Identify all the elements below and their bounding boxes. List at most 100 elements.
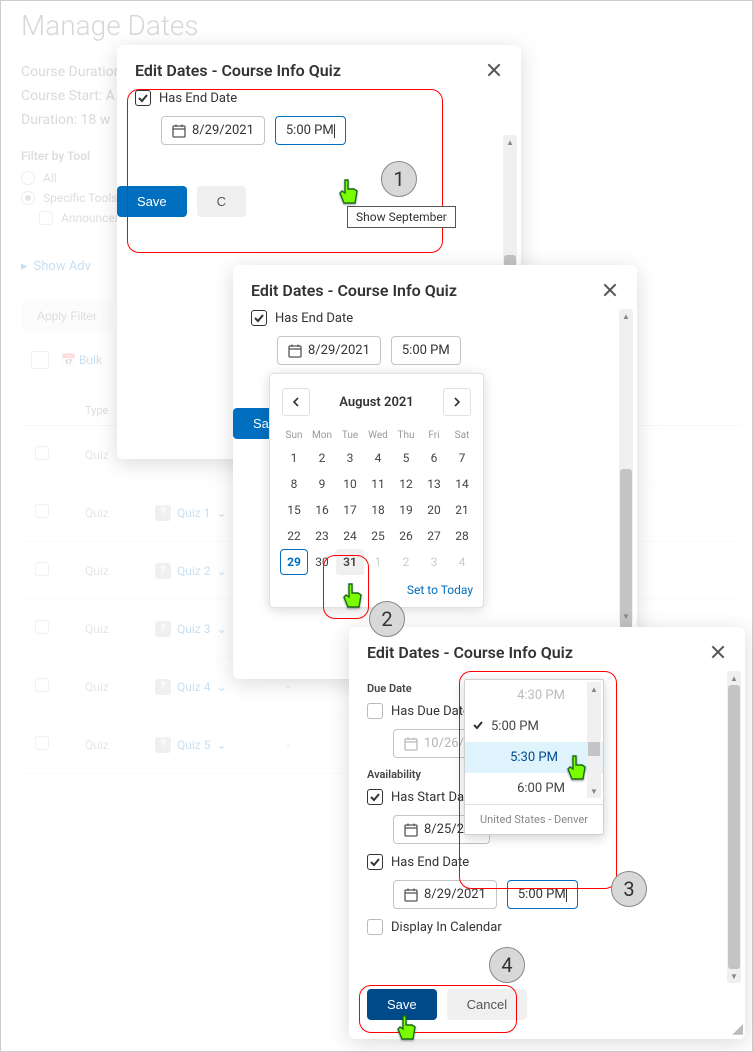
cal-day-other-month[interactable]: 3 bbox=[420, 549, 448, 575]
cal-day[interactable]: 26 bbox=[392, 523, 420, 549]
cal-day-header: Mon bbox=[308, 426, 336, 445]
display-in-calendar-checkbox[interactable] bbox=[367, 919, 383, 935]
step-number-1: 1 bbox=[381, 161, 417, 197]
cal-day-other-month[interactable]: 1 bbox=[364, 549, 392, 575]
cal-day[interactable]: 16 bbox=[308, 497, 336, 523]
has-end-date-checkbox[interactable] bbox=[135, 90, 151, 106]
cal-day[interactable]: 14 bbox=[448, 471, 476, 497]
end-date-input[interactable]: 8/29/2021 bbox=[161, 116, 265, 145]
cal-day-other-month[interactable]: 4 bbox=[448, 549, 476, 575]
cal-day-hover[interactable]: 31 bbox=[336, 549, 364, 575]
has-end-date-checkbox[interactable] bbox=[367, 854, 383, 870]
cal-day[interactable]: 19 bbox=[392, 497, 420, 523]
end-time-value: 5:00 PM bbox=[402, 343, 450, 358]
cal-day[interactable]: 10 bbox=[336, 471, 364, 497]
cal-day[interactable]: 28 bbox=[448, 523, 476, 549]
timezone-label: United States - Denver bbox=[465, 804, 603, 834]
time-option[interactable]: 6:00 PM bbox=[465, 773, 603, 804]
cal-day[interactable]: 15 bbox=[280, 497, 308, 523]
cal-day[interactable]: 30 bbox=[308, 549, 336, 575]
scroll-down-icon[interactable]: ▼ bbox=[587, 784, 601, 798]
cal-day[interactable]: 7 bbox=[448, 445, 476, 471]
cal-day[interactable]: 5 bbox=[392, 445, 420, 471]
prev-month-button[interactable] bbox=[282, 388, 310, 416]
time-picker-dropdown: 4:30 PM 5:00 PM 5:30 PM 6:00 PM United S… bbox=[464, 679, 604, 835]
next-month-button[interactable] bbox=[443, 388, 471, 416]
cal-day[interactable]: 11 bbox=[364, 471, 392, 497]
cal-day[interactable]: 23 bbox=[308, 523, 336, 549]
calendar-icon bbox=[288, 344, 302, 358]
cal-day[interactable]: 18 bbox=[364, 497, 392, 523]
scrollbar[interactable]: ▲ ▼ bbox=[727, 671, 741, 983]
save-button[interactable]: Save bbox=[117, 186, 187, 217]
cal-day[interactable]: 21 bbox=[448, 497, 476, 523]
set-to-today-link[interactable]: Set to Today bbox=[280, 583, 473, 597]
cal-day-today[interactable]: 29 bbox=[280, 549, 308, 575]
end-time-input[interactable]: 5:00 PM bbox=[275, 116, 346, 145]
close-button[interactable] bbox=[601, 282, 619, 300]
calendar-icon bbox=[404, 737, 418, 751]
cal-day-other-month[interactable]: 2 bbox=[392, 549, 420, 575]
cancel-button-partial[interactable]: C bbox=[197, 186, 246, 217]
end-time-input[interactable]: 5:00 PM bbox=[391, 336, 461, 365]
end-date-input[interactable]: 8/29/2021 bbox=[393, 880, 497, 909]
time-option-label: 5:00 PM bbox=[491, 719, 539, 734]
save-button[interactable]: Save bbox=[367, 989, 437, 1020]
cal-day[interactable]: 1 bbox=[280, 445, 308, 471]
cal-day[interactable]: 8 bbox=[280, 471, 308, 497]
end-date-value: 8/29/2021 bbox=[192, 123, 254, 138]
resize-handle-icon[interactable]: ◢ bbox=[732, 1021, 743, 1037]
cal-day[interactable]: 12 bbox=[392, 471, 420, 497]
has-end-date-label: Has End Date bbox=[159, 91, 237, 106]
time-option[interactable]: 4:30 PM bbox=[465, 680, 603, 711]
cal-day[interactable]: 17 bbox=[336, 497, 364, 523]
scroll-down-icon[interactable]: ▼ bbox=[620, 609, 632, 623]
step-number-4: 4 bbox=[489, 947, 525, 983]
step-number-2: 2 bbox=[369, 601, 405, 637]
scroll-thumb[interactable] bbox=[728, 685, 740, 969]
scroll-up-icon[interactable]: ▲ bbox=[620, 309, 632, 323]
cal-day[interactable]: 6 bbox=[420, 445, 448, 471]
time-option-highlighted[interactable]: 5:30 PM bbox=[465, 742, 603, 773]
tooltip-show-september: Show September bbox=[347, 206, 456, 228]
cal-day[interactable]: 3 bbox=[336, 445, 364, 471]
cal-day-header: Wed bbox=[364, 426, 392, 445]
cal-day[interactable]: 24 bbox=[336, 523, 364, 549]
has-due-date-label: Has Due Date bbox=[391, 704, 470, 719]
has-end-date-checkbox[interactable] bbox=[251, 310, 267, 326]
cal-day[interactable]: 20 bbox=[420, 497, 448, 523]
scroll-thumb[interactable] bbox=[588, 742, 600, 756]
end-date-input[interactable]: 8/29/2021 bbox=[277, 336, 381, 365]
end-time-value: 5:00 PM bbox=[518, 887, 566, 902]
cal-day[interactable]: 9 bbox=[308, 471, 336, 497]
cal-day[interactable]: 4 bbox=[364, 445, 392, 471]
cal-day[interactable]: 27 bbox=[420, 523, 448, 549]
cal-day[interactable]: 22 bbox=[280, 523, 308, 549]
cal-day-header: Sun bbox=[280, 426, 308, 445]
cal-day[interactable]: 13 bbox=[420, 471, 448, 497]
cal-day[interactable]: 25 bbox=[364, 523, 392, 549]
end-date-value: 8/29/2021 bbox=[424, 887, 486, 902]
dialog-title: Edit Dates - Course Info Quiz bbox=[251, 281, 457, 300]
cal-day-header: Fri bbox=[420, 426, 448, 445]
scroll-up-icon[interactable]: ▲ bbox=[728, 671, 740, 685]
calendar-month-label: August 2021 bbox=[339, 395, 414, 410]
cal-day[interactable]: 2 bbox=[308, 445, 336, 471]
check-icon bbox=[472, 719, 484, 735]
end-time-input[interactable]: 5:00 PM bbox=[507, 880, 578, 909]
has-end-date-label: Has End Date bbox=[275, 311, 353, 326]
scroll-down-icon[interactable]: ▼ bbox=[728, 969, 740, 983]
scrollbar[interactable]: ▲ ▼ bbox=[619, 309, 633, 623]
has-due-date-checkbox[interactable] bbox=[367, 703, 383, 719]
time-option-current[interactable]: 5:00 PM bbox=[465, 711, 603, 742]
dropdown-scrollbar[interactable]: ▲ ▼ bbox=[587, 682, 601, 798]
scroll-thumb[interactable] bbox=[620, 469, 632, 629]
has-start-date-checkbox[interactable] bbox=[367, 789, 383, 805]
cal-day-header: Thu bbox=[392, 426, 420, 445]
has-start-date-label: Has Start Date bbox=[391, 790, 475, 805]
cancel-button[interactable]: Cancel bbox=[447, 989, 527, 1020]
close-button[interactable] bbox=[485, 62, 503, 80]
close-button[interactable] bbox=[709, 644, 727, 662]
scroll-up-icon[interactable]: ▲ bbox=[587, 682, 601, 696]
scroll-up-icon[interactable]: ▲ bbox=[504, 135, 516, 149]
